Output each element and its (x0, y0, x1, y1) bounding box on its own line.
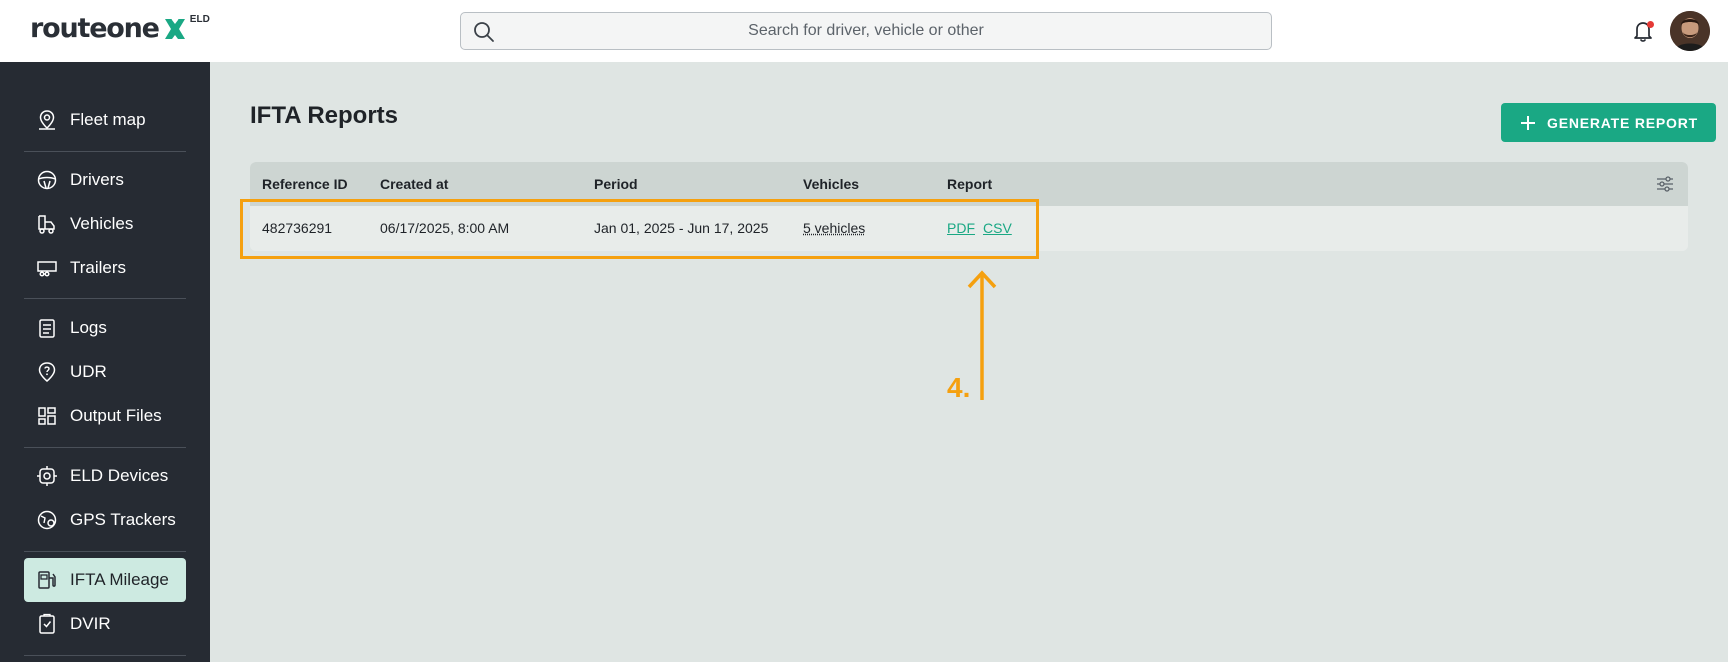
column-header-reference-id[interactable]: Reference ID (262, 176, 348, 192)
column-header-report[interactable]: Report (947, 176, 992, 192)
sidebar-divider (24, 447, 186, 448)
sidebar-item-drivers[interactable]: Drivers (24, 158, 186, 202)
sidebar-divider (24, 298, 186, 299)
sidebar-item-label: UDR (70, 362, 107, 381)
generate-report-button[interactable]: GENERATE REPORT (1501, 103, 1716, 142)
search-bar[interactable] (460, 12, 1272, 50)
truck-icon (38, 215, 55, 234)
sidebar-item-output-files[interactable]: Output Files (24, 394, 186, 438)
step-label: 4. (947, 372, 971, 403)
sidebar-item-label: Drivers (70, 170, 124, 189)
sidebar-divider (24, 551, 186, 552)
sidebar-item-label: GPS Trackers (70, 510, 176, 529)
fuel-pump-icon (38, 571, 56, 589)
logo-eld-suffix: ELD (189, 14, 210, 25)
checklist-icon (39, 613, 55, 634)
table-row[interactable]: 482736291 06/17/2025, 8:00 AM Jan 01, 20… (250, 206, 1688, 251)
avatar[interactable] (1670, 11, 1710, 51)
sidebar-item-label: Fleet map (70, 110, 146, 129)
sidebar-item-fleet-map[interactable]: Fleet map (24, 98, 186, 142)
ifta-reports-table: Reference ID Created at Period Vehicles … (250, 162, 1688, 251)
sidebar-item-gps-trackers[interactable]: GPS Trackers (24, 498, 186, 542)
notification-badge (1647, 21, 1654, 28)
page-title: IFTA Reports (250, 102, 398, 129)
sidebar-item-ifta-mileage[interactable]: IFTA Mileage (24, 558, 186, 602)
sidebar-item-udr[interactable]: UDR (24, 350, 186, 394)
sidebar-item-vehicles[interactable]: Vehicles (24, 202, 186, 246)
plus-icon (1521, 115, 1535, 130)
cell-period: Jan 01, 2025 - Jun 17, 2025 (594, 220, 769, 236)
search-input[interactable] (461, 13, 1271, 49)
cell-created-at: 06/17/2025, 8:00 AM (380, 220, 510, 236)
column-header-vehicles[interactable]: Vehicles (803, 176, 859, 192)
column-header-created-at[interactable]: Created at (380, 176, 448, 192)
vehicles-link[interactable]: 5 vehicles (803, 220, 865, 236)
sidebar-item-dvir[interactable]: DVIR (24, 602, 186, 646)
steering-wheel-icon (37, 170, 57, 190)
sidebar-item-label: ELD Devices (70, 466, 169, 485)
column-header-period[interactable]: Period (594, 176, 638, 192)
avatar-photo-icon (1670, 11, 1710, 51)
sidebar-item-label: IFTA Mileage (70, 570, 169, 589)
sidebar-item-label: DVIR (70, 614, 111, 633)
sidebar-item-logs[interactable]: Logs (24, 306, 186, 350)
sidebar-item-eld-devices[interactable]: ELD Devices (24, 454, 186, 498)
gps-tracker-icon (37, 510, 57, 530)
column-settings-icon[interactable] (1656, 175, 1674, 193)
sidebar-divider (24, 151, 186, 152)
table-header: Reference ID Created at Period Vehicles … (250, 162, 1688, 206)
cell-reference-id: 482736291 (262, 220, 333, 236)
device-gear-icon (37, 466, 57, 486)
pdf-download-link[interactable]: PDF (947, 220, 975, 236)
sidebar-item-label: Logs (70, 318, 107, 337)
logo[interactable]: routeone ELD (30, 14, 210, 46)
sidebar-item-label: Trailers (70, 258, 127, 277)
top-bar: routeone ELD (0, 0, 1728, 62)
csv-download-link[interactable]: CSV (983, 220, 1012, 236)
trailer-icon (37, 261, 57, 277)
sidebar-divider (24, 655, 186, 656)
sidebar-item-label: Output Files (70, 406, 162, 425)
grid-icon (38, 407, 56, 425)
map-pin-icon (39, 110, 55, 130)
logo-wordmark: routeone (30, 13, 160, 44)
logo-mark-icon (164, 18, 185, 39)
sidebar-item-trailers[interactable]: Trailers (24, 246, 186, 290)
generate-report-label: GENERATE REPORT (1547, 114, 1698, 131)
sidebar: Fleet map Drivers Vehicles Trailers Logs… (0, 62, 210, 662)
sidebar-item-label: Vehicles (70, 214, 134, 233)
question-pin-icon (38, 362, 56, 382)
clipboard-icon (39, 319, 55, 338)
